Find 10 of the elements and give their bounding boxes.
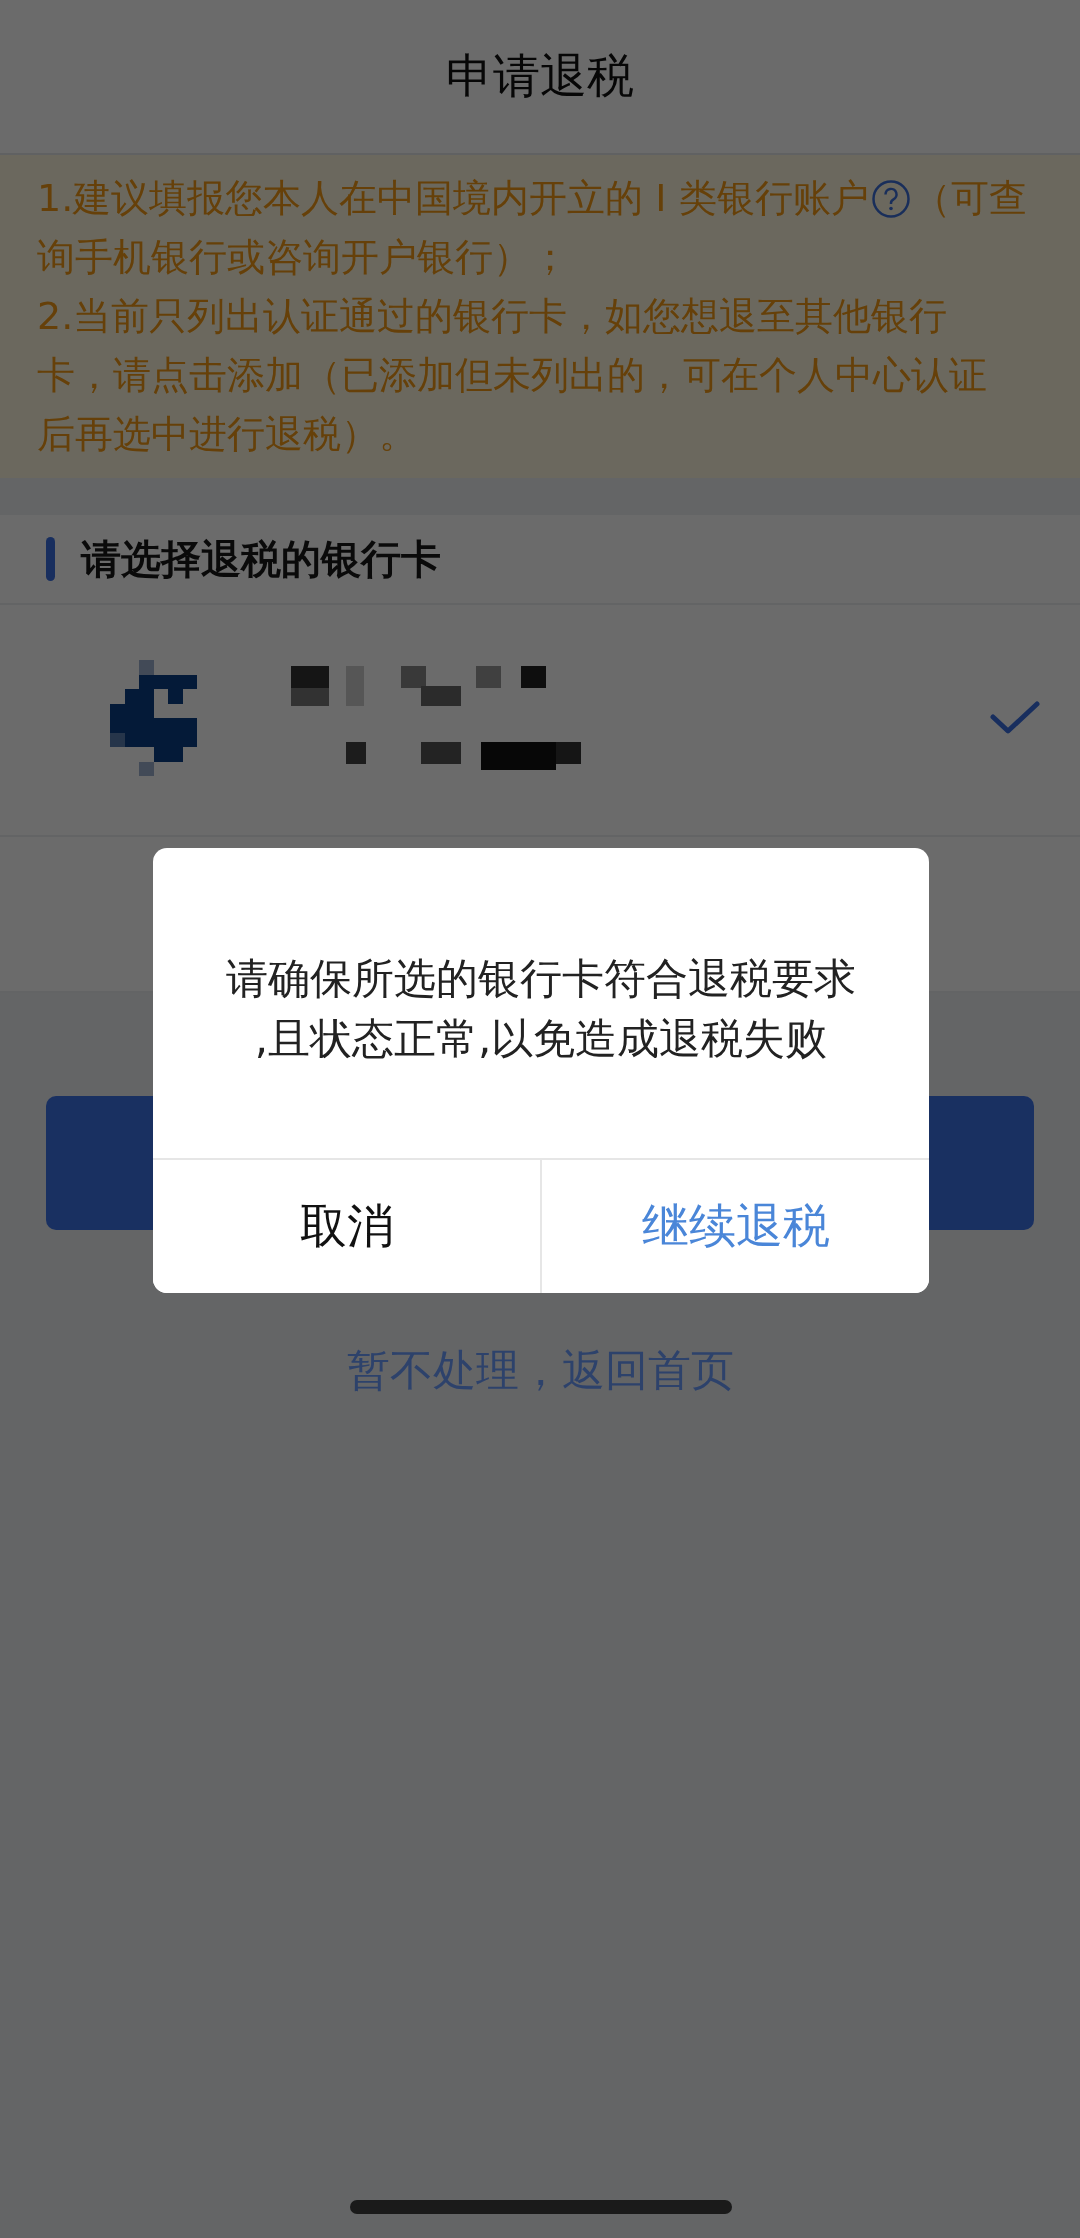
notice-text: 1.建议填报您本人在中国境内开立的 I 类银行账户 <box>37 176 869 220</box>
notice-text: （可查 <box>912 176 1027 220</box>
dialog-message: 请确保所选的银行卡符合退税要求,且状态正常,以免造成退税失败 <box>225 953 857 1065</box>
section-title: 请选择退税的银行卡 <box>81 534 441 584</box>
page-title: 申请退税 <box>446 47 634 105</box>
notice-text: 2.当前只列出认证通过的银行卡，如您想退至其他银行卡，请点击添加（已添加但未列出的，可在个人中心认证后再选中进行退税）。 <box>37 293 988 458</box>
continue-button[interactable]: 继续退税 <box>540 1160 929 1293</box>
notice-text: 询手机银行或咨询开户银行）； <box>37 235 569 279</box>
section-marker <box>46 537 55 581</box>
help-icon[interactable] <box>870 179 911 219</box>
